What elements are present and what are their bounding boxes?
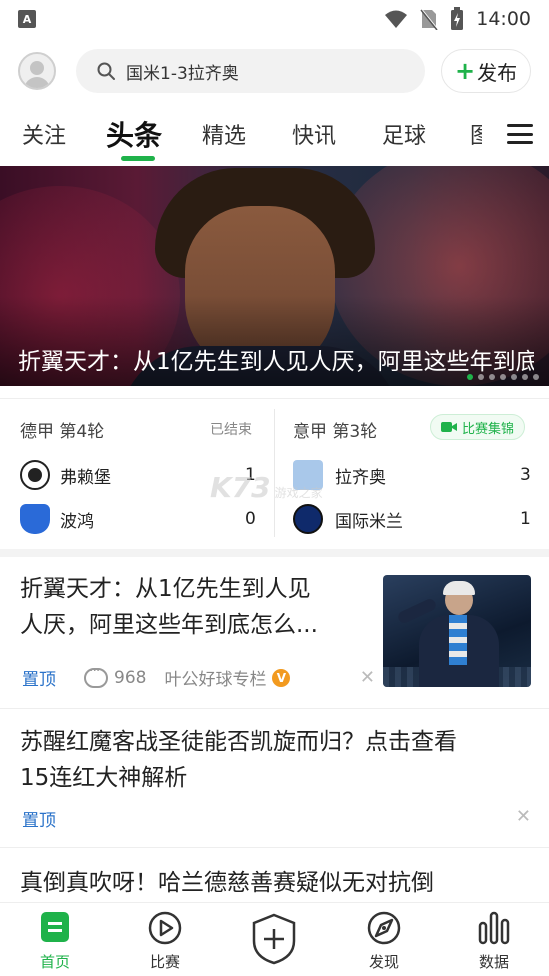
- news-item[interactable]: 苏醒红魔客战圣徒能否凯旋而归？点击查看 15连红大神解析 置顶 ✕: [0, 710, 549, 848]
- battery-charging-icon: [451, 7, 464, 30]
- plus-icon: +: [455, 57, 476, 85]
- team-badge-icon: [20, 504, 50, 534]
- nav-matches[interactable]: 比赛: [115, 903, 215, 976]
- news-title: 真倒真吹呀！哈兰德慈善赛疑似无对抗倒: [20, 870, 434, 896]
- away-team: 波鸿 0: [0, 499, 274, 539]
- no-sim-icon: [420, 8, 439, 30]
- carousel-dot: [478, 374, 484, 380]
- match-status: 已结束: [210, 422, 252, 438]
- highlights-label: 比赛集锦: [462, 421, 515, 437]
- nav-label: 比赛: [149, 953, 180, 971]
- nav-label: 首页: [39, 953, 70, 971]
- news-thumbnail: [383, 575, 531, 687]
- video-icon: [441, 422, 457, 432]
- team-score: 1: [520, 509, 531, 529]
- match-scores: 德甲 第4轮 已结束 弗赖堡 1 波鸿 0 意甲 第3轮 比赛集锦 拉齐奥 3 …: [0, 398, 549, 548]
- news-meta: 置顶 968 叶公好球专栏 V: [22, 663, 291, 690]
- app-notification-icon: A: [18, 10, 36, 28]
- team-score: 0: [245, 509, 256, 529]
- bottom-navigation: 首页 比赛 发现 数据: [0, 902, 549, 976]
- carousel-dot: [511, 374, 517, 380]
- nav-home[interactable]: 首页: [5, 903, 105, 976]
- carousel-dot: [489, 374, 495, 380]
- close-icon[interactable]: ✕: [516, 806, 531, 827]
- status-icons: 14:00: [384, 7, 531, 31]
- top-header: 国米1-3拉齐奥 + 发布: [0, 46, 549, 96]
- tab-partial[interactable]: 图: [470, 118, 482, 150]
- tab-follow[interactable]: 关注: [22, 118, 66, 150]
- nav-data[interactable]: 数据: [444, 903, 544, 976]
- active-tab-indicator: [121, 156, 155, 161]
- publish-label: 发布: [477, 60, 518, 85]
- search-placeholder: 国米1-3拉齐奥: [126, 63, 239, 84]
- nav-discover[interactable]: 发现: [334, 903, 434, 976]
- carousel-dot: [533, 374, 539, 380]
- pinned-label: 置顶: [22, 811, 56, 831]
- search-icon: [97, 62, 115, 80]
- category-tabs: 关注 头条 精选 快讯 足球 图: [0, 108, 549, 164]
- team-badge-icon: [293, 504, 323, 534]
- nav-add[interactable]: [224, 903, 324, 976]
- user-avatar[interactable]: [18, 52, 56, 90]
- carousel-dot: [467, 374, 473, 380]
- carousel-dot: [500, 374, 506, 380]
- highlights-button[interactable]: 比赛集锦: [430, 414, 526, 440]
- team-name: 拉齐奥: [335, 467, 386, 488]
- discover-icon: [367, 911, 401, 945]
- search-bar[interactable]: 国米1-3拉齐奥: [76, 49, 426, 93]
- tab-football[interactable]: 足球: [382, 118, 426, 150]
- clock: 14:00: [476, 8, 531, 30]
- menu-icon[interactable]: [507, 124, 533, 144]
- publish-button[interactable]: + 发布: [441, 49, 531, 93]
- status-bar: A 14:00: [0, 0, 549, 38]
- data-icon: [478, 911, 510, 945]
- comment-icon: [84, 663, 108, 688]
- close-icon[interactable]: ✕: [360, 667, 375, 688]
- carousel-indicator: [467, 374, 539, 380]
- team-name: 国际米兰: [335, 511, 403, 532]
- match-league: 意甲 第3轮: [293, 422, 378, 442]
- headline-banner[interactable]: 折翼天才：从1亿先生到人见人厌，阿里这些年到底怎么了: [0, 166, 549, 386]
- news-meta: 置顶: [22, 806, 56, 831]
- nav-label: 数据: [478, 953, 509, 971]
- comment-count: 968: [114, 667, 147, 688]
- section-separator: [0, 549, 549, 557]
- match-league: 德甲 第4轮: [20, 422, 105, 442]
- news-title: 苏醒红魔客战圣徒能否凯旋而归？点击查看 15连红大神解析: [20, 729, 457, 791]
- team-score: 3: [520, 465, 531, 485]
- banner-title: 折翼天才：从1亿先生到人见人厌，阿里这些年到底怎么了: [18, 349, 534, 375]
- wifi-icon: [385, 10, 408, 28]
- watermark: K73 游戏之家: [210, 471, 323, 504]
- tab-headlines[interactable]: 头条: [106, 114, 162, 154]
- home-icon: [41, 912, 69, 942]
- tab-news-flash[interactable]: 快讯: [292, 118, 336, 150]
- team-name: 弗赖堡: [60, 467, 111, 488]
- away-team: 国际米兰 1: [275, 499, 549, 539]
- news-item[interactable]: 折翼天才：从1亿先生到人见 人厌，阿里这些年到底怎么... 置顶 968 叶公好…: [0, 557, 549, 709]
- pinned-label: 置顶: [22, 670, 56, 690]
- author-name[interactable]: 叶公好球专栏: [164, 665, 266, 690]
- play-icon: [148, 911, 182, 945]
- nav-label: 发现: [368, 953, 399, 971]
- news-title: 折翼天才：从1亿先生到人见 人厌，阿里这些年到底怎么...: [20, 576, 318, 638]
- carousel-dot: [522, 374, 528, 380]
- tab-featured[interactable]: 精选: [202, 118, 246, 150]
- add-shield-icon: [252, 913, 296, 965]
- team-badge-icon: [20, 460, 50, 490]
- news-item[interactable]: 真倒真吹呀！哈兰德慈善赛疑似无对抗倒: [0, 849, 549, 909]
- team-name: 波鸿: [60, 511, 94, 532]
- verified-icon: V: [272, 668, 291, 687]
